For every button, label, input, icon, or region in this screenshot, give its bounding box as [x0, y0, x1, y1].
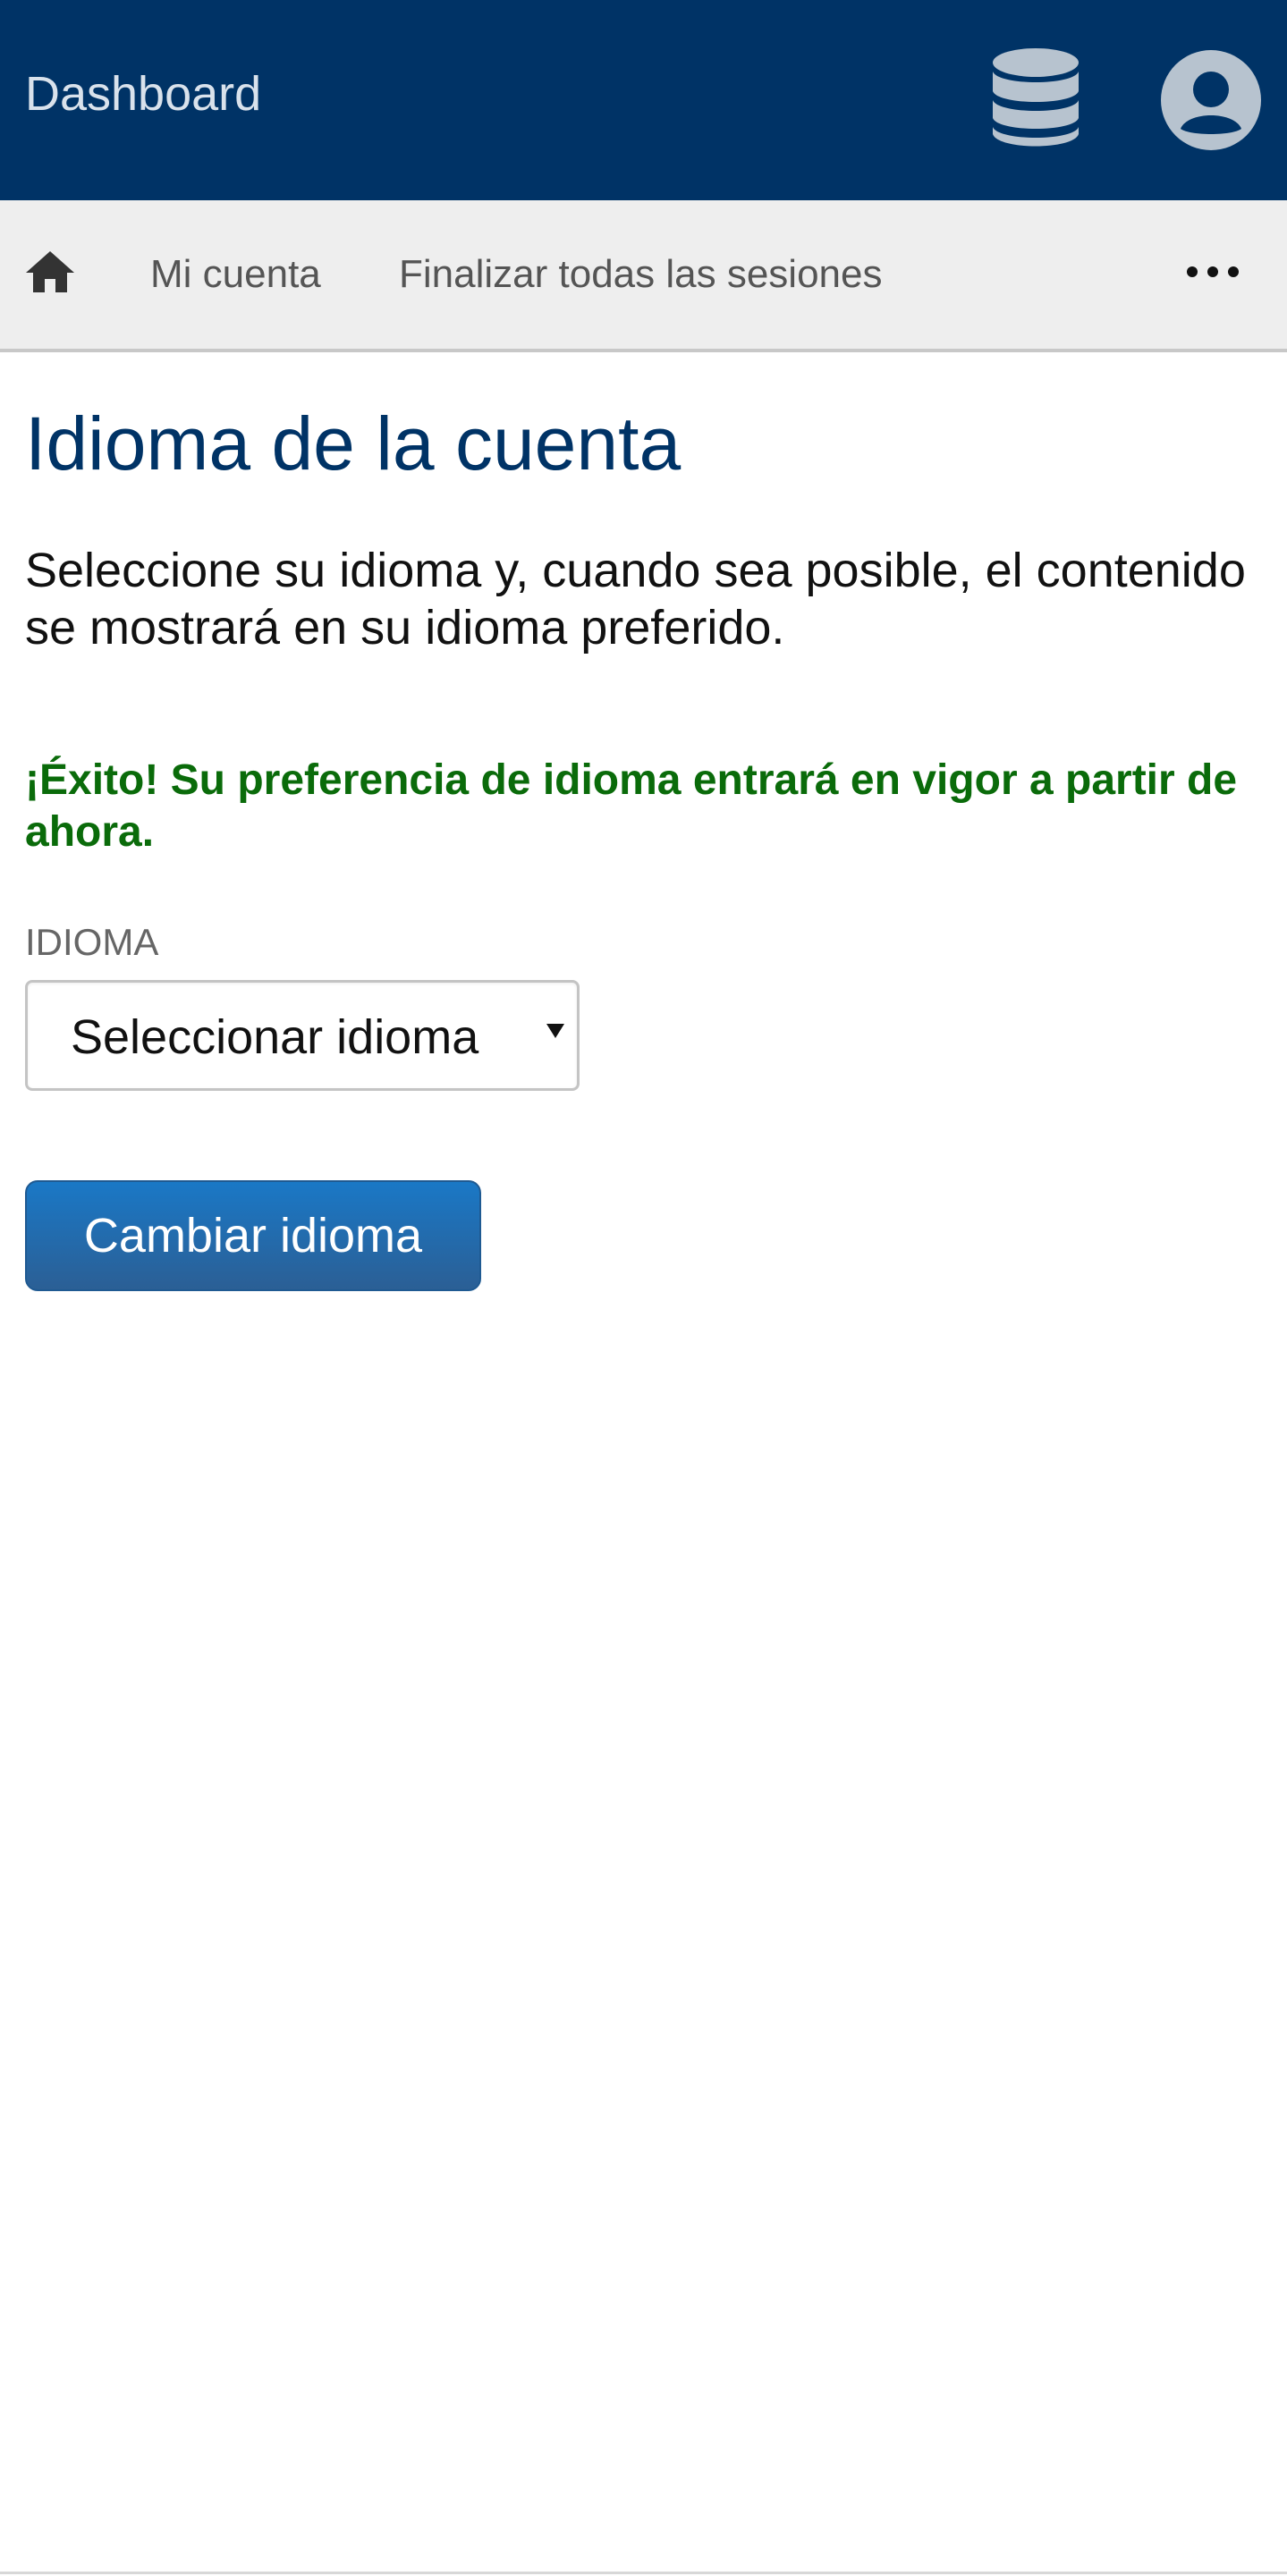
- more-horizontal-icon: [1187, 266, 1239, 277]
- user-menu-button[interactable]: [1159, 48, 1263, 152]
- dashboard-link[interactable]: Dashboard: [25, 64, 261, 123]
- language-field-label: IDIOMA: [25, 921, 159, 963]
- database-button[interactable]: [984, 46, 1088, 150]
- page-title: Idioma de la cuenta: [25, 401, 682, 486]
- change-language-button[interactable]: Cambiar idioma: [25, 1180, 481, 1291]
- page-description: Seleccione su idioma y, cuando sea posib…: [25, 544, 1246, 655]
- more-button[interactable]: [1177, 243, 1249, 300]
- language-select-value: Seleccionar idioma: [71, 1010, 479, 1064]
- bottom-divider: [0, 2572, 1287, 2574]
- nav-item-finalizar-sesiones[interactable]: Finalizar todas las sesiones: [399, 250, 882, 299]
- home-icon: [26, 251, 74, 292]
- caret-down-icon: [546, 1024, 564, 1038]
- top-bar: Dashboard: [0, 0, 1287, 200]
- home-button[interactable]: [21, 243, 79, 300]
- language-select[interactable]: Seleccionar idioma: [25, 980, 580, 1091]
- database-icon: [993, 48, 1079, 147]
- secondary-nav: Mi cuenta Finalizar todas las sesiones: [0, 200, 1287, 352]
- user-circle-icon: [1161, 50, 1261, 150]
- success-message: ¡Éxito! Su preferencia de idioma entrará…: [25, 756, 1238, 856]
- nav-item-mi-cuenta[interactable]: Mi cuenta: [150, 250, 321, 299]
